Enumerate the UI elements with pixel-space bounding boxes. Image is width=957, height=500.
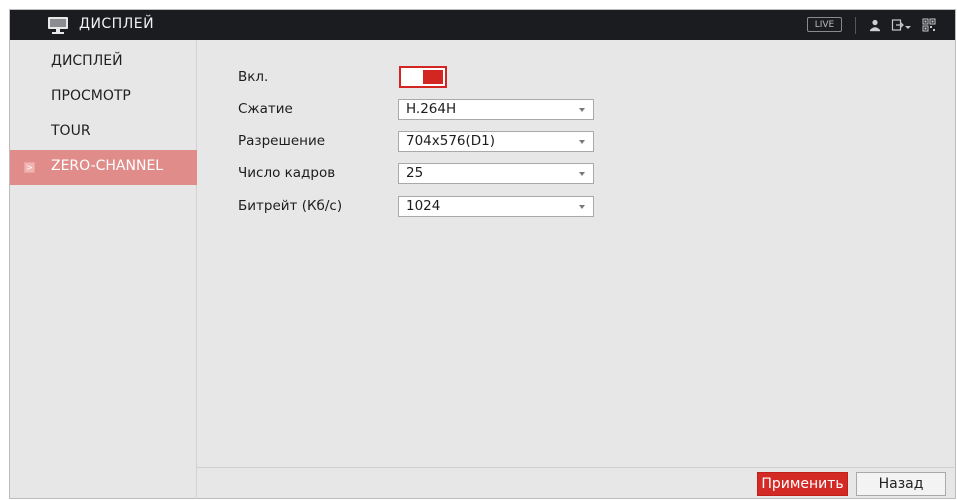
chevron-down-icon (579, 205, 585, 209)
qr-icon[interactable] (922, 18, 936, 32)
sidebar-item-label: ДИСПЛЕЙ (51, 53, 123, 69)
apply-button[interactable]: Применить (757, 472, 848, 496)
footer-divider (197, 467, 956, 468)
chevron-right-icon: > (24, 162, 35, 173)
monitor-icon (48, 17, 68, 34)
bitrate-label: Битрейт (Кб/с) (238, 198, 343, 214)
back-button[interactable]: Назад (856, 472, 946, 496)
toggle-knob (423, 70, 443, 84)
chevron-down-icon (579, 140, 585, 144)
chevron-down-icon (579, 108, 585, 112)
compression-select[interactable]: H.264H (398, 99, 594, 120)
chevron-down-icon[interactable] (904, 18, 912, 32)
sidebar-item-display[interactable]: ДИСПЛЕЙ (10, 45, 197, 80)
live-button[interactable]: LIVE (807, 17, 842, 32)
bitrate-select[interactable]: 1024 (398, 196, 594, 217)
chevron-down-icon (579, 172, 585, 176)
settings-window: ДИСПЛЕЙ LIVE ДИСПЛЕЙ ПРОСМОТР TOUR > ZER… (9, 9, 956, 499)
sidebar-item-label: ПРОСМОТР (51, 88, 131, 104)
enable-label: Вкл. (238, 69, 269, 85)
framerate-select[interactable]: 25 (398, 163, 594, 184)
sidebar-item-view[interactable]: ПРОСМОТР (10, 80, 197, 115)
user-icon[interactable] (868, 18, 882, 32)
enable-toggle[interactable] (399, 66, 447, 88)
sidebar-item-label: ZERO-CHANNEL (51, 158, 164, 174)
bitrate-value: 1024 (406, 198, 441, 214)
sidebar-item-zero-channel[interactable]: > ZERO-CHANNEL (10, 150, 197, 185)
logout-icon[interactable] (891, 18, 905, 32)
top-bar: ДИСПЛЕЙ LIVE (10, 10, 955, 40)
resolution-value: 704x576(D1) (406, 133, 496, 149)
sidebar: ДИСПЛЕЙ ПРОСМОТР TOUR > ZERO-CHANNEL (10, 40, 197, 499)
resolution-select[interactable]: 704x576(D1) (398, 131, 594, 152)
compression-label: Сжатие (238, 101, 293, 117)
resolution-label: Разрешение (238, 133, 326, 149)
framerate-value: 25 (406, 165, 424, 181)
page-title: ДИСПЛЕЙ (79, 16, 155, 32)
framerate-label: Число кадров (238, 165, 336, 181)
toolbar-divider (855, 17, 856, 34)
sidebar-item-label: TOUR (51, 123, 91, 139)
compression-value: H.264H (406, 101, 457, 117)
sidebar-item-tour[interactable]: TOUR (10, 115, 197, 150)
